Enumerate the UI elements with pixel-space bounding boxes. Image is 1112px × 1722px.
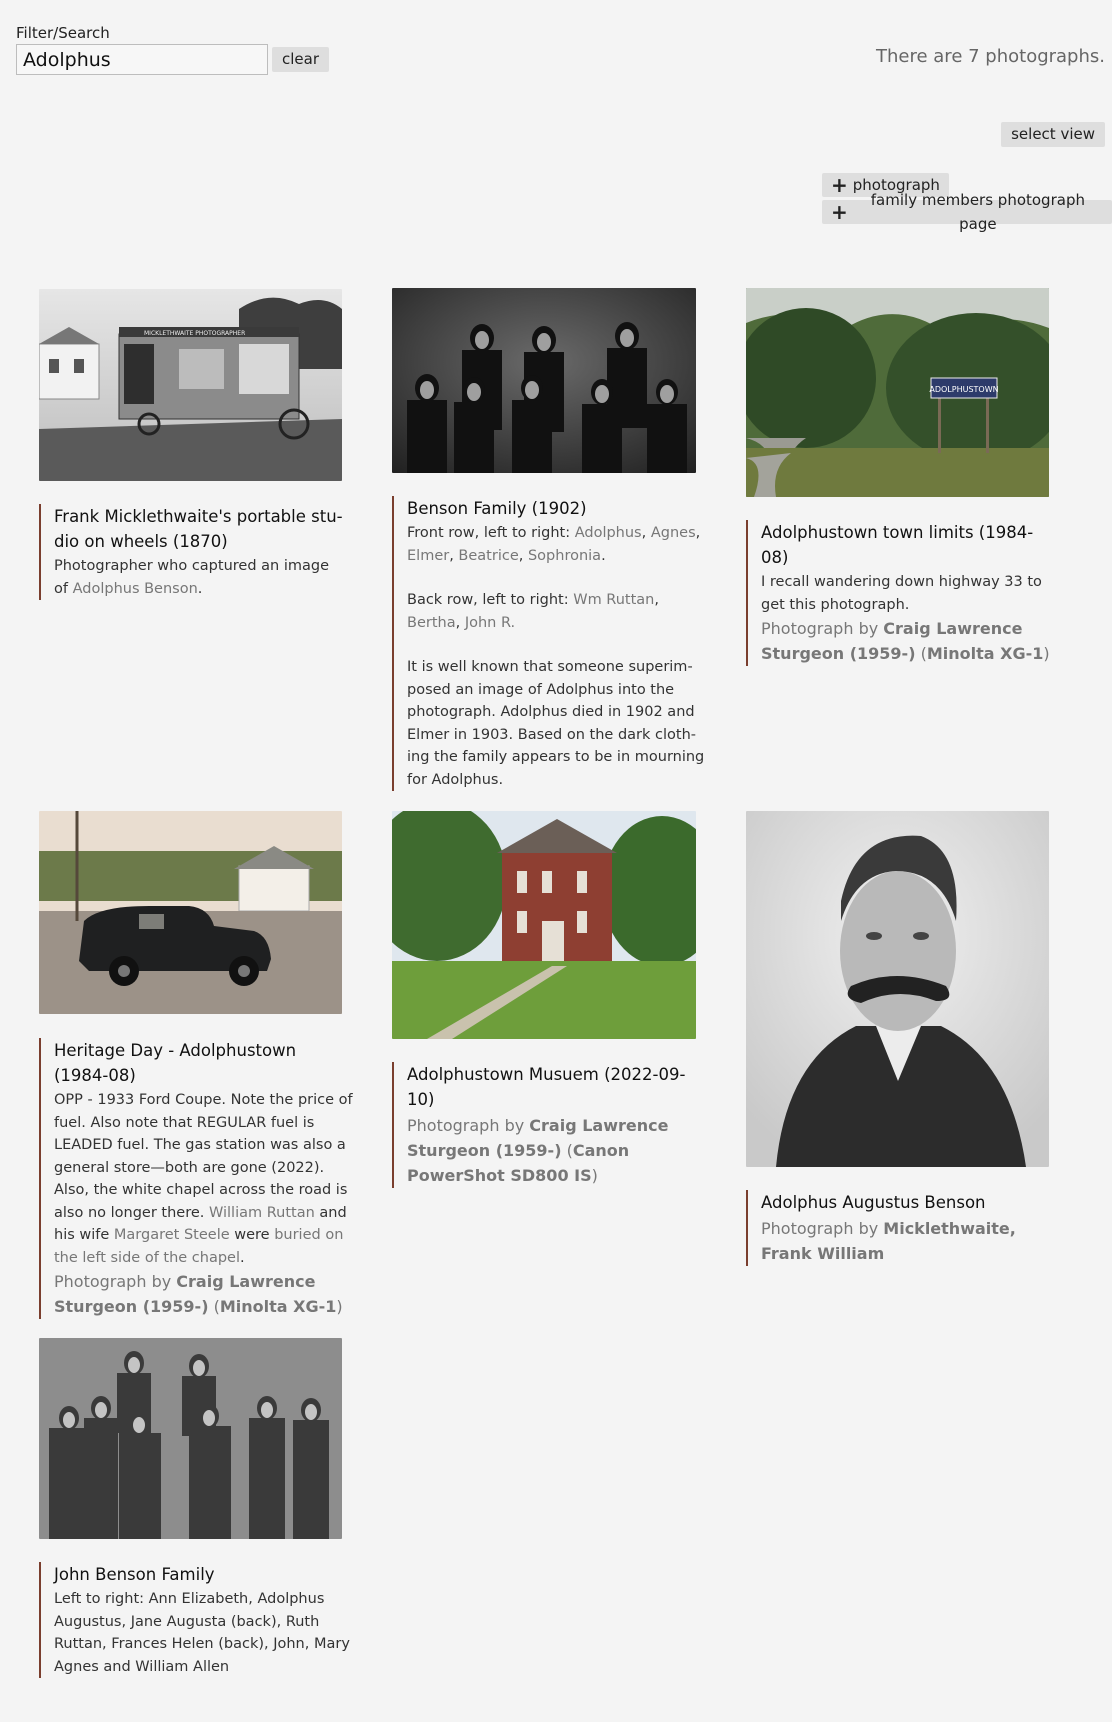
link-beatrice[interactable]: Beatrice [458,548,518,564]
photo-title: John Benson Family [54,1565,215,1584]
description-text: were [229,1227,275,1243]
photo-description: I recall wandering down highway 33 to ge… [761,574,1042,613]
punctuation: . [197,580,203,597]
punctuation: . [240,1249,245,1266]
link-adolphus[interactable]: Adolphus [575,525,642,541]
link-agnes[interactable]: Agnes [651,525,696,541]
photo-count: There are 7 photographs. [876,46,1105,67]
credit-prefix: Photograph by [761,1219,884,1238]
caption-benson-family-1902: Benson Family (1902) Front row, left to … [392,496,711,791]
photo-town-limits[interactable]: ADOLPHUSTOWN [746,288,1049,497]
caption-adolphus-portrait: Adolphus Augustus Benson Photograph by M… [746,1190,1061,1266]
front-row-prefix: Front row, left to right: [407,525,575,541]
filter-label: Filter/Search [16,24,110,42]
photo-heritage-day[interactable] [39,811,342,1014]
photo-title: Adolphustown Musuem (2022-09-10) [407,1065,686,1109]
add-family-page-label: family members photograph page [870,191,1085,233]
camera-link[interactable]: Minolta XG-1 [220,1297,337,1316]
caption-john-benson-family: John Benson Family Left to right: Ann El… [39,1562,354,1678]
photo-title: Heritage Day - Adolphustown (1984-08) [54,1041,297,1085]
photo-title: Adolphustown town limits (1984-08) [761,523,1034,567]
credit-prefix: Photograph by [761,619,884,638]
sign-text: ADOLPHUSTOWN [929,385,998,394]
photo-description: Left to right: Ann Elizabeth, Adolphus A… [54,1591,350,1675]
credit-prefix: Photograph by [54,1272,177,1291]
photo-adolphus-portrait[interactable] [746,811,1049,1167]
photo-portable-studio[interactable]: MICKLETHWAITE PHOTOGRAPHER [39,289,342,481]
link-william-ruttan[interactable]: William Ruttan [209,1205,315,1221]
wagon-sign-text: MICKLETHWAITE PHOTOGRAPHER [144,330,245,337]
photo-title: Frank Micklethwaite's portable stu­dio o… [54,507,343,551]
plus-icon: + [831,173,848,197]
photo-title: Adolphus Augustus Benson [761,1193,986,1212]
photo-title: Benson Family (1902) [407,499,587,518]
caption-museum: Adolphustown Musuem (2022-09-10) Photogr… [392,1062,707,1188]
caption-heritage-day: Heritage Day - Adolphustown (1984-08) OP… [39,1038,354,1319]
photo-description: OPP - 1933 Ford Coupe. Note the price of… [54,1092,353,1221]
search-input[interactable] [16,44,268,75]
photo-john-benson-family[interactable] [39,1338,342,1539]
plus-icon: + [831,200,848,224]
photo-benson-family-1902[interactable] [392,288,696,473]
link-wm-ruttan[interactable]: Wm Ruttan [573,592,654,608]
caption-town-limits: Adolphustown town limits (1984-08) I rec… [746,520,1051,666]
link-bertha[interactable]: Bertha [407,615,456,631]
link-sophronia[interactable]: Sophronia [528,548,601,564]
add-family-page-button[interactable]: + family members photograph page [822,191,1112,233]
select-view-button[interactable]: select view [1001,122,1105,147]
link-margaret-steele[interactable]: Margaret Steele [114,1227,230,1243]
back-row-prefix: Back row, left to right: [407,592,574,608]
photo-note: It is well known that someone superim­po… [407,659,705,788]
caption-portable-studio: Frank Micklethwaite's portable stu­dio o… [39,504,344,600]
link-john-r[interactable]: John R. [465,615,515,631]
link-adolphus-benson[interactable]: Adolphus Benson [73,581,198,597]
photo-museum[interactable] [392,811,696,1039]
clear-button[interactable]: clear [272,47,330,72]
camera-link[interactable]: Minolta XG-1 [927,644,1044,663]
credit-prefix: Photograph by [407,1116,530,1135]
link-elmer[interactable]: Elmer [407,548,449,564]
